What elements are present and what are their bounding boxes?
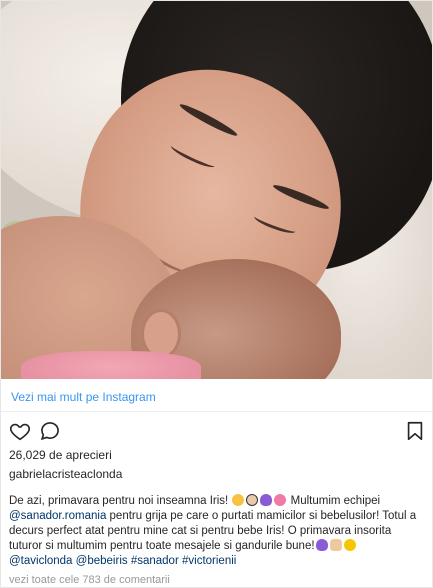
hashtag-sanador[interactable]: #sanador	[131, 555, 179, 567]
caption-text-2: Multumim echipei	[287, 495, 381, 507]
view-more-instagram-link[interactable]: Vezi mai mult pe Instagram	[11, 390, 156, 404]
flower-emoji-icon	[274, 494, 287, 506]
sun-emoji-icon	[343, 539, 356, 551]
heart-icon[interactable]	[9, 420, 31, 442]
photo-blanket	[21, 351, 201, 379]
comment-icon[interactable]	[39, 420, 61, 442]
smile-emoji-icon	[232, 494, 245, 506]
post-caption: De azi, primavara pentru noi inseamna Ir…	[9, 494, 427, 569]
hashtag-victorienii[interactable]: #victorienii	[182, 555, 236, 567]
view-all-comments-link[interactable]: vezi toate cele 783 de comentarii	[9, 574, 170, 586]
username[interactable]: gabrielacristeaclonda	[9, 467, 122, 481]
mother-emoji-icon	[246, 494, 259, 506]
like-count[interactable]: 26,029 de aprecieri	[9, 448, 112, 462]
mention-bebeiris[interactable]: @bebeiris	[76, 555, 128, 567]
action-bar	[9, 420, 424, 444]
bookmark-icon[interactable]	[404, 420, 426, 442]
instagram-embed: Vezi mai mult pe Instagram 26,029 de apr…	[0, 0, 433, 588]
post-photo[interactable]	[1, 1, 432, 379]
caption-text-1: De azi, primavara pentru noi inseamna Ir…	[9, 495, 232, 507]
mention-sanador[interactable]: @sanador.romania	[9, 510, 106, 522]
mention-taviclonda[interactable]: @taviclonda	[9, 555, 72, 567]
victory-hand-emoji-icon	[329, 539, 342, 551]
purple-heart-emoji-icon	[315, 539, 328, 551]
purple-heart-emoji-icon	[260, 494, 273, 506]
divider	[1, 411, 432, 412]
